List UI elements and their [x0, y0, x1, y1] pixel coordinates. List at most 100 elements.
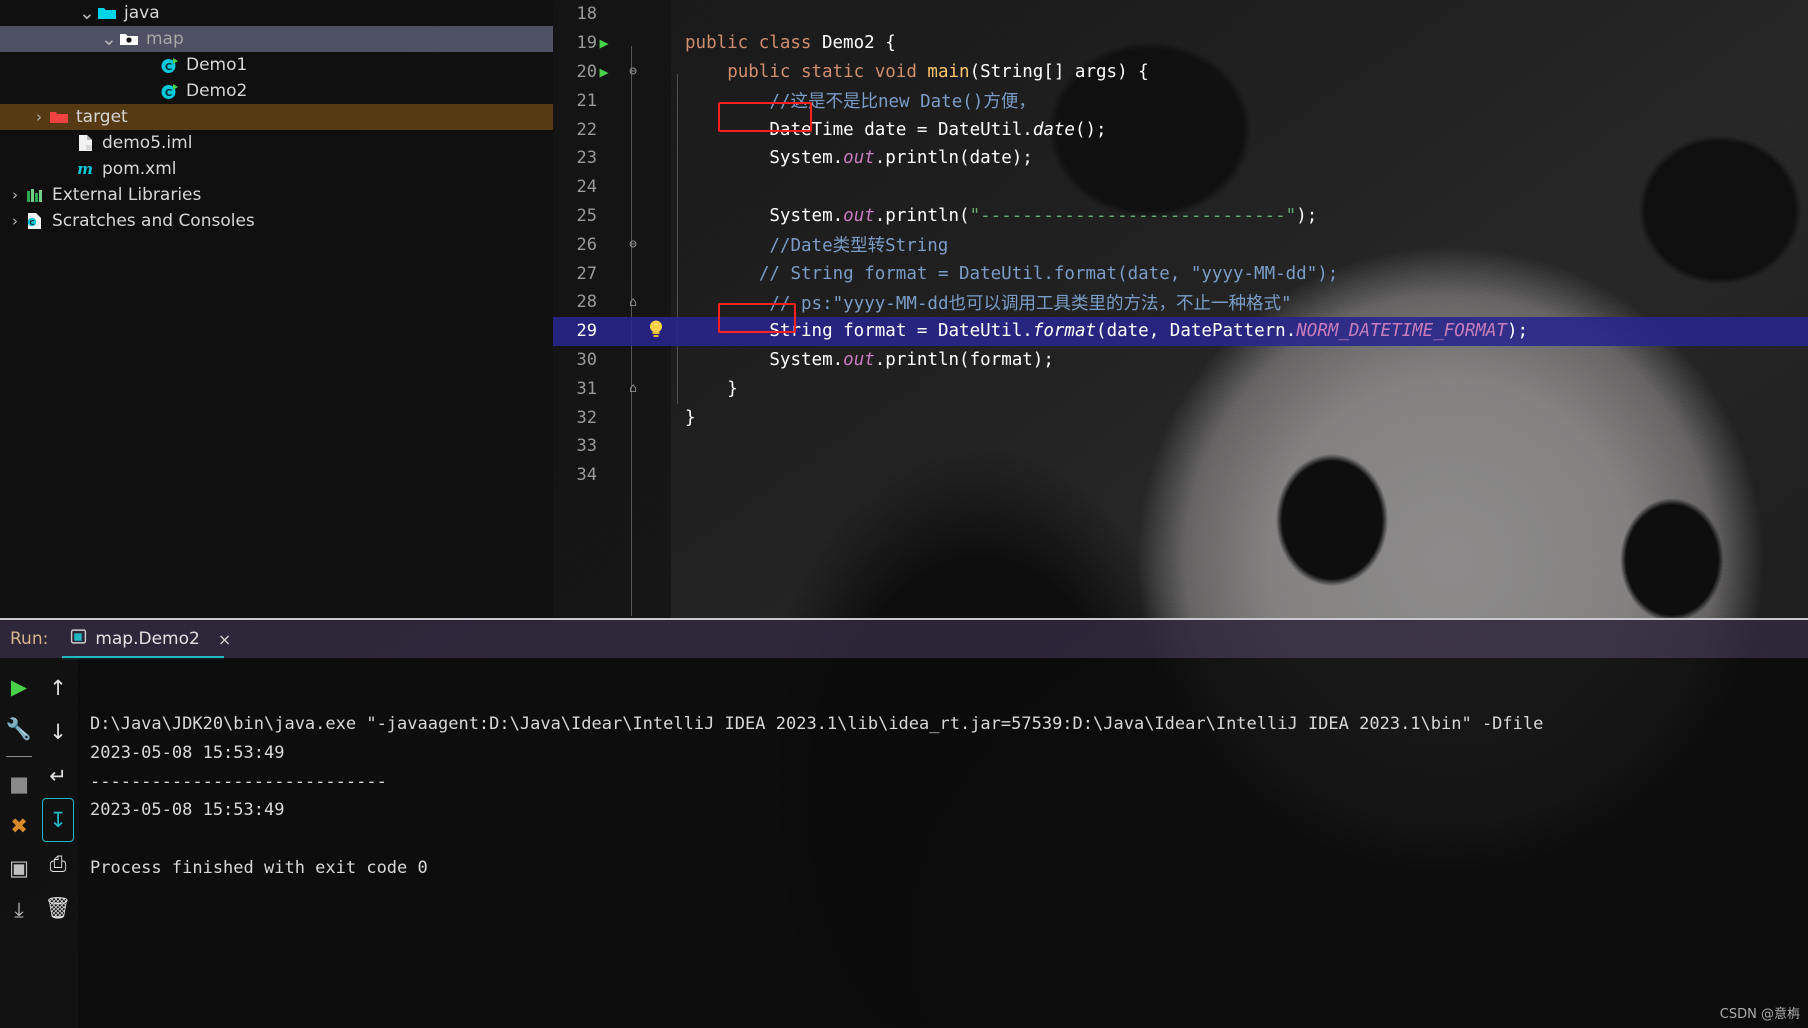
string-red-highlight-box	[718, 303, 796, 333]
scroll-to-end-icon: ↧	[49, 808, 67, 832]
code-text: }	[685, 407, 696, 428]
run-window-header: Run: map.Demo2 ×	[0, 620, 1808, 658]
console-line: 2023-05-08 15:53:49	[90, 742, 285, 763]
code-line-32[interactable]: 32}	[553, 403, 1808, 432]
down-arrow-button[interactable]: ↓	[38, 710, 78, 754]
tree-item-label: demo5.iml	[102, 132, 193, 153]
tree-item-label: Demo1	[186, 54, 248, 75]
code-text: System.out.println("--------------------…	[769, 205, 1318, 226]
console-line: -----------------------------	[90, 771, 387, 792]
clear-all-button[interactable]: 🗑	[38, 886, 78, 930]
line-number: 26	[576, 234, 597, 255]
line-number: 34	[576, 465, 597, 486]
code-text: // String format = DateUtil.format(date,…	[758, 263, 1339, 284]
line-number: 19	[576, 33, 597, 54]
scroll-to-end-button[interactable]: ↧	[42, 798, 74, 842]
line-number: 30	[576, 349, 597, 370]
print-icon: ⎙	[49, 851, 67, 876]
console-output[interactable]: D:\Java\JDK20\bin\java.exe "-javaagent:D…	[78, 658, 1808, 1028]
code-line-23[interactable]: 23 System.out.println(date);	[553, 144, 1808, 173]
rerun-button[interactable]: ▶	[0, 666, 38, 708]
code-line-31[interactable]: 31 ⌂}	[553, 374, 1808, 403]
up-arrow-button[interactable]: ↑	[38, 666, 78, 710]
folder-red-icon	[48, 108, 70, 126]
code-line-27[interactable]: 27 // String format = DateUtil.format(dat…	[553, 259, 1808, 288]
run-tab-map-demo2[interactable]: map.Demo2 ×	[70, 628, 231, 650]
code-line-18[interactable]: 18	[553, 0, 1808, 29]
tree-item-demo2[interactable]: C Demo2	[0, 78, 553, 104]
tree-item-scratches-and-consoles[interactable]: › C Scratches and Consoles	[0, 208, 553, 234]
stop-button[interactable]: ■	[0, 763, 38, 805]
line-number: 24	[576, 177, 597, 198]
tree-item-label: pom.xml	[102, 158, 177, 179]
code-text: String format = DateUtil.format(date, Da…	[769, 321, 1529, 342]
screenshot-button[interactable]: ▣	[0, 847, 38, 889]
code-line-20[interactable]: 20 ▶ ⊖ public static void main(String[] arg…	[553, 58, 1808, 87]
tree-item-label: java	[124, 2, 160, 23]
settings-wrench-button[interactable]: 🔧	[0, 708, 38, 750]
export-button[interactable]: ⤓	[0, 889, 38, 931]
fold-marker-icon[interactable]: ⊖	[623, 64, 643, 79]
code-text: }	[727, 378, 738, 399]
up-arrow-icon: ↑	[49, 676, 67, 700]
code-line-26[interactable]: 26 ⊖ //Date类型转String	[553, 230, 1808, 259]
code-line-30[interactable]: 30 System.out.println(format);	[553, 346, 1808, 375]
fold-marker-icon[interactable]: ⌂	[623, 381, 643, 396]
down-arrow-icon: ↓	[49, 720, 67, 744]
tree-item-pom-xml[interactable]: m pom.xml	[0, 156, 553, 182]
fold-marker-icon[interactable]: ⌂	[623, 295, 643, 310]
intention-bulb-icon[interactable]	[645, 319, 667, 343]
suppress-icon: ✖	[10, 814, 28, 838]
chevron-right-icon[interactable]: ›	[6, 186, 24, 204]
chevron-right-icon[interactable]: ›	[6, 212, 24, 230]
run-tab-label: map.Demo2	[95, 629, 200, 649]
gutter-run-icon[interactable]: ▶	[593, 63, 615, 81]
folder-cyan-icon	[96, 4, 118, 22]
stop-icon: ■	[9, 772, 29, 796]
chevron-down-icon[interactable]: ⌄	[78, 2, 96, 24]
line-number: 31	[576, 378, 597, 399]
svg-text:C: C	[164, 62, 171, 73]
tree-item-label: Scratches and Consoles	[52, 210, 255, 231]
line-number: 21	[576, 90, 597, 111]
svg-text:m: m	[77, 160, 93, 178]
run-sidebar-right: ↑ ↓ ↵ ↧ ⎙ 🗑	[38, 658, 78, 1028]
code-editor[interactable]: 18 19 ▶ public class Demo2 {20 ▶ ⊖ public stat…	[553, 0, 1808, 618]
code-line-25[interactable]: 25 System.out.println("------------------…	[553, 202, 1808, 231]
code-line-24[interactable]: 24	[553, 173, 1808, 202]
java-class-run-icon: C	[158, 82, 180, 100]
code-text: public static void main(String[] args) {	[727, 61, 1149, 82]
scratches-icon: C	[24, 212, 46, 230]
tree-item-external-libraries[interactable]: › External Libraries	[0, 182, 553, 208]
code-line-19[interactable]: 19 ▶ public class Demo2 {	[553, 29, 1808, 58]
clear-all-icon: 🗑	[44, 895, 72, 920]
line-number: 28	[576, 292, 597, 313]
code-line-34[interactable]: 34	[553, 461, 1808, 490]
print-button[interactable]: ⎙	[38, 842, 78, 886]
soft-wrap-button[interactable]: ↵	[38, 754, 78, 798]
close-tab-icon[interactable]: ×	[218, 630, 231, 649]
tree-item-map[interactable]: ⌄ map	[0, 26, 553, 52]
tree-item-demo5-iml[interactable]: demo5.iml	[0, 130, 553, 156]
tree-item-java[interactable]: ⌄ java	[0, 0, 553, 26]
gutter-run-icon[interactable]: ▶	[593, 34, 615, 52]
line-number: 32	[576, 407, 597, 428]
suppress-button[interactable]: ✖	[0, 805, 38, 847]
settings-wrench-icon: 🔧	[5, 716, 33, 741]
code-line-33[interactable]: 33	[553, 432, 1808, 461]
fold-marker-icon[interactable]: ⊖	[623, 237, 643, 252]
run-tool-window: Run: map.Demo2 × ▶ 🔧 ■ ✖ ▣ ⤓ ↑ ↓ ↵ ↧ ⎙ 🗑 D:\Java\J…	[0, 618, 1808, 1028]
tree-item-demo1[interactable]: C Demo1	[0, 52, 553, 78]
line-number: 22	[576, 119, 597, 140]
chevron-down-icon[interactable]: ⌄	[100, 28, 118, 50]
tree-item-target[interactable]: › target	[0, 104, 553, 130]
tree-item-label: map	[146, 28, 184, 49]
tree-item-label: Demo2	[186, 80, 248, 101]
iml-file-icon	[74, 134, 96, 152]
ide-window: ⌄ java ⌄ map C Demo1 C Demo2 › target demo5.iml…	[0, 0, 1808, 1028]
chevron-right-icon[interactable]: ›	[30, 108, 48, 126]
